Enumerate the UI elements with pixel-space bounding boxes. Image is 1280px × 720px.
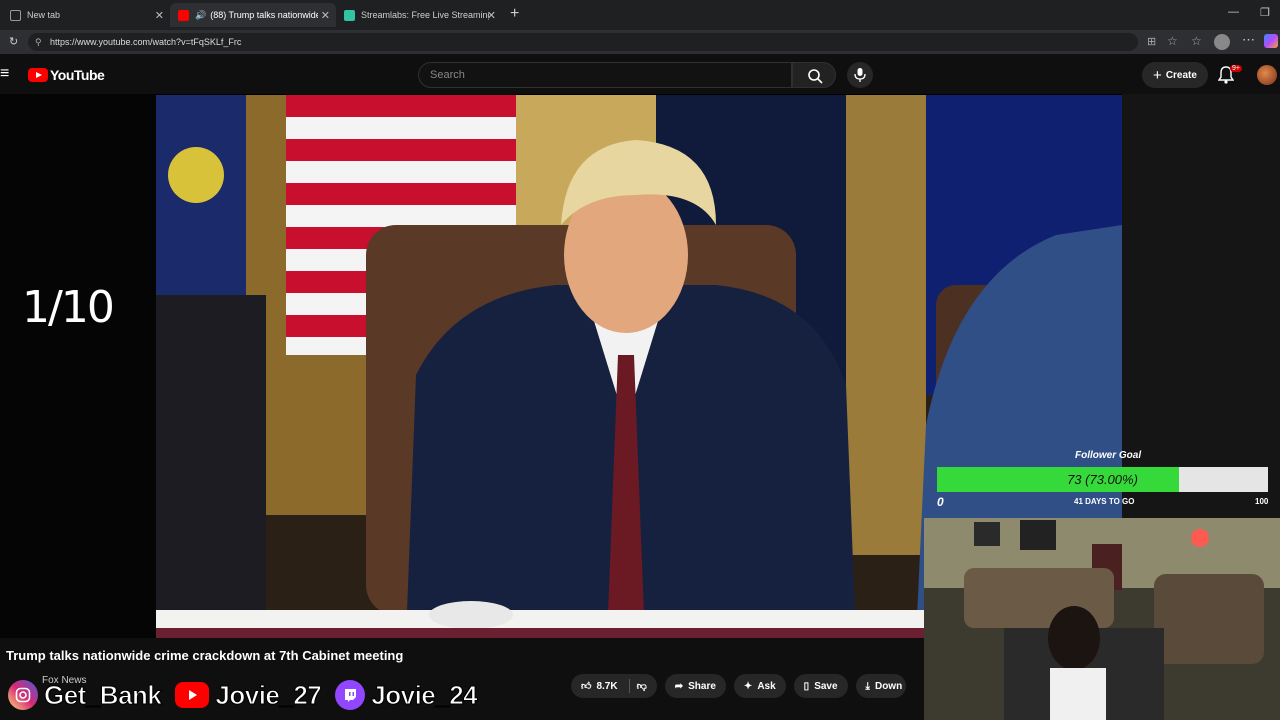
voice-search-button[interactable] (847, 62, 873, 88)
microphone-icon (854, 68, 866, 82)
share-label: Share (688, 680, 716, 692)
video-actions-bar: 👍︎ 8.7K 👎︎ ➦ Share ✦ Ask ▯ Save ⤓ Down (571, 674, 907, 698)
video-title: Trump talks nationwide crime crackdown a… (6, 648, 404, 663)
copilot-icon[interactable] (1264, 34, 1278, 48)
page-icon (10, 9, 21, 21)
install-app-icon[interactable]: ⊞ (1147, 35, 1156, 48)
download-label: Down (874, 680, 903, 692)
browser-tab-bar: New tab ✕ 🔊 (88) Trump talks nationwide … (0, 0, 1280, 30)
create-button[interactable]: + Create (1142, 62, 1208, 88)
tab-title: Streamlabs: Free Live Streaming & (361, 10, 489, 20)
address-bar-row: ↻ ⚲ https://www.youtube.com/watch?v=tFqS… (0, 30, 1280, 54)
share-button[interactable]: ➦ Share (664, 674, 726, 698)
plus-icon: + (1153, 66, 1162, 84)
site-info-icon[interactable]: ⚲ (35, 33, 42, 51)
download-button[interactable]: ⤓ Down (855, 674, 907, 698)
twitch-icon (335, 680, 366, 710)
reload-icon[interactable]: ↻ (9, 35, 18, 48)
favorites-icon[interactable]: ☆ (1191, 34, 1202, 48)
overlay-left-panel (0, 94, 156, 638)
sparkle-icon: ✦ (743, 680, 753, 692)
ask-label: Ask (757, 680, 776, 692)
url-field[interactable]: ⚲ https://www.youtube.com/watch?v=tFqSKL… (28, 33, 1138, 51)
thumbs-up-icon: 👍︎ (581, 681, 592, 692)
follower-goal-max: 100 (1255, 497, 1269, 506)
menu-hamburger-icon[interactable]: ≡ (0, 65, 9, 83)
follower-goal-bar: 73 (73.00%) (937, 467, 1268, 492)
tab-title: New tab (27, 10, 61, 20)
minimize-icon[interactable]: — (1228, 6, 1239, 18)
youtube-logo-text[interactable]: YouTube (50, 67, 105, 83)
download-icon: ⤓ (865, 680, 870, 692)
search-icon (808, 69, 823, 84)
webcam-scene-image (924, 518, 1280, 720)
create-label: Create (1165, 69, 1197, 81)
youtube-icon (175, 682, 210, 708)
new-tab-plus-icon[interactable]: + (510, 5, 519, 23)
thumbs-down-icon[interactable]: 👎︎ (637, 680, 647, 692)
ask-button[interactable]: ✦ Ask (733, 674, 786, 698)
tab-youtube-video[interactable]: 🔊 (88) Trump talks nationwide c ✕ (170, 3, 336, 27)
question-counter: 1/10 (22, 282, 115, 333)
tab-streamlabs[interactable]: Streamlabs: Free Live Streaming & ✕ (336, 3, 502, 27)
tab-new-tab[interactable]: New tab ✕ (2, 3, 170, 27)
bookmark-star-icon[interactable]: ☆ (1167, 34, 1178, 48)
youtube-handle: Jovie_27 (215, 679, 322, 710)
like-button[interactable]: 👍︎ 8.7K 👎︎ (571, 674, 657, 698)
url-text: https://www.youtube.com/watch?v=tFqSKLf_… (50, 37, 242, 47)
youtube-favicon-icon (178, 9, 189, 21)
account-avatar[interactable] (1257, 65, 1277, 85)
more-menu-icon[interactable]: ⋯ (1242, 32, 1255, 48)
share-arrow-icon: ➦ (674, 680, 684, 692)
follower-goal-value: 73 (73.00%) (1067, 472, 1138, 487)
bookmark-icon: ▯ (803, 680, 810, 692)
twitch-handle: Jovie_24 (371, 679, 478, 710)
restore-icon[interactable]: ❐ (1260, 6, 1270, 19)
instagram-handle: Get_Bank (43, 679, 162, 710)
youtube-logo-icon[interactable] (28, 68, 48, 82)
divider (628, 679, 630, 693)
like-count: 8.7K (596, 680, 618, 692)
social-handles-overlay: Get_Bank Jovie_27 Jovie_24 (8, 677, 485, 713)
save-button[interactable]: ▯ Save (793, 674, 848, 698)
follower-goal-min: 0 (937, 495, 944, 509)
close-icon[interactable]: ✕ (487, 9, 496, 22)
search-input[interactable]: Search (418, 62, 792, 88)
search-button[interactable] (792, 62, 836, 88)
save-label: Save (814, 680, 838, 692)
close-icon[interactable]: ✕ (321, 9, 330, 22)
speaker-icon[interactable]: 🔊 (195, 10, 206, 21)
follower-goal-title: Follower Goal (1075, 450, 1142, 461)
profile-icon[interactable] (1214, 34, 1230, 50)
tab-title: (88) Trump talks nationwide c (210, 10, 319, 20)
streamer-webcam (924, 518, 1280, 720)
notification-count-badge: 9+ (1230, 65, 1242, 72)
close-icon[interactable]: ✕ (155, 9, 164, 22)
streamlabs-favicon-icon (344, 9, 355, 21)
follower-goal-days-left: 41 DAYS TO GO (1074, 497, 1135, 506)
youtube-header: ≡ YouTube Search + Create 9+ (0, 56, 1280, 94)
instagram-icon (8, 680, 38, 710)
